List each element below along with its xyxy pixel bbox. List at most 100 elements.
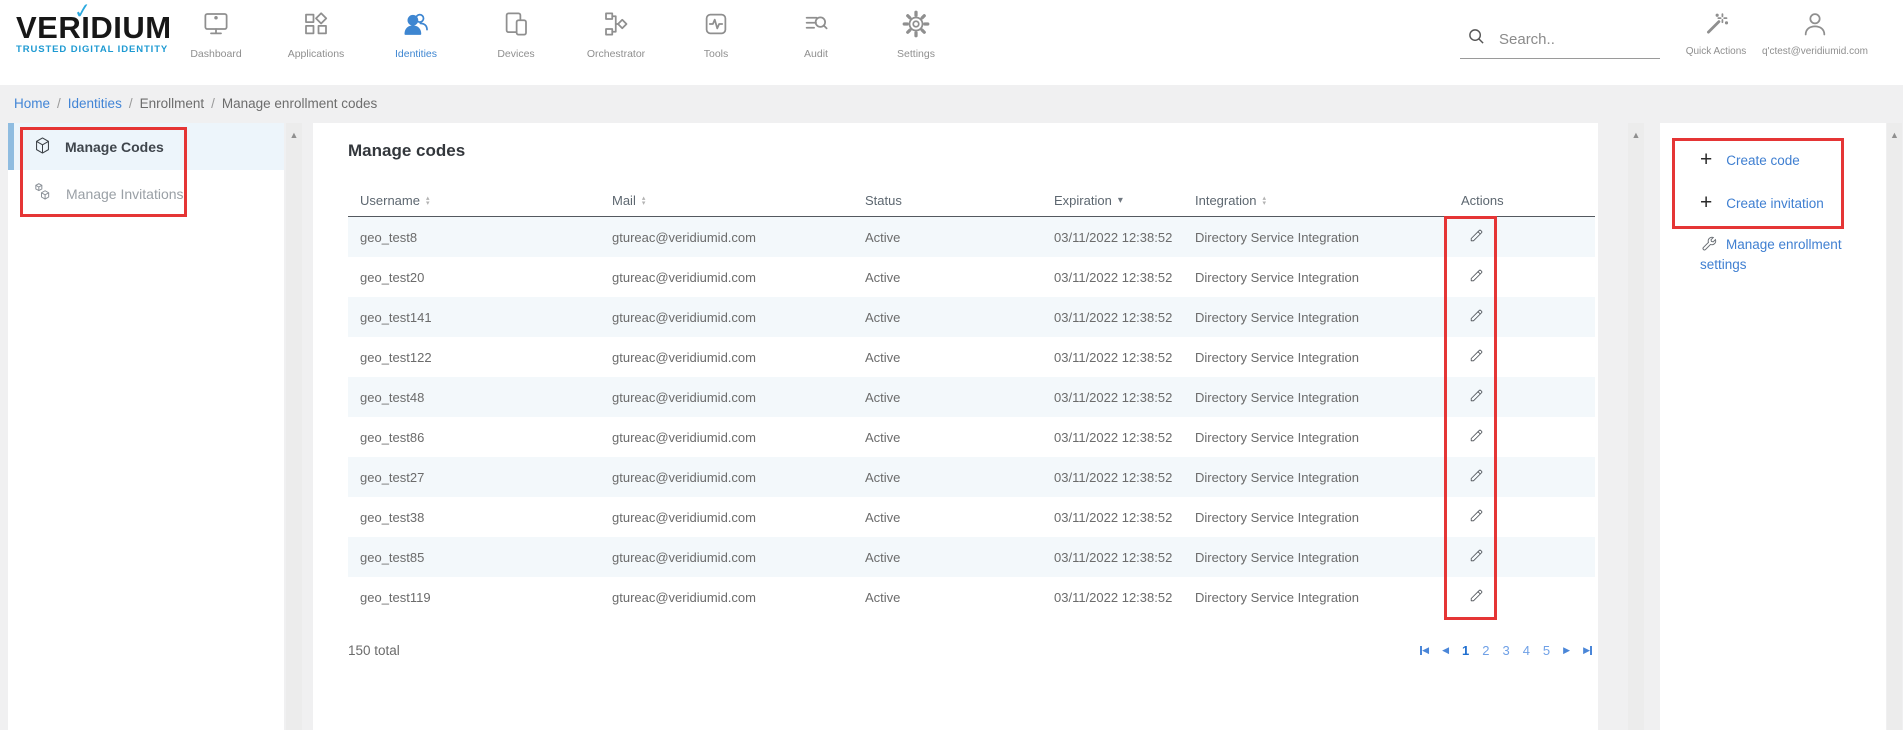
edit-pencil-icon[interactable] bbox=[1469, 468, 1484, 483]
sidebar-item-manage-invitations[interactable]: Manage Invitations bbox=[8, 170, 284, 217]
nav-item-settings[interactable]: Settings bbox=[866, 7, 966, 60]
cell-expiration: 03/11/2022 12:38:52 bbox=[1042, 390, 1183, 405]
edit-pencil-icon[interactable] bbox=[1469, 348, 1484, 363]
next-page-icon[interactable]: ▶ bbox=[1563, 645, 1570, 656]
cell-status: Active bbox=[853, 550, 1042, 565]
cell-actions bbox=[1449, 268, 1595, 286]
scroll-up-icon[interactable]: ▲ bbox=[1632, 131, 1641, 730]
breadcrumb-bar: Home/Identities/Enrollment/Manage enroll… bbox=[0, 85, 1903, 123]
edit-pencil-icon[interactable] bbox=[1469, 588, 1484, 603]
cell-mail: gtureac@veridiumid.com bbox=[600, 510, 853, 525]
first-page-icon[interactable]: ◀ bbox=[1420, 645, 1429, 656]
col-header-integration[interactable]: Integration▴▾ bbox=[1183, 193, 1449, 208]
wrench-icon bbox=[1700, 237, 1726, 252]
cell-status: Active bbox=[853, 230, 1042, 245]
cell-expiration: 03/11/2022 12:38:52 bbox=[1042, 270, 1183, 285]
sort-desc-icon: ▾ bbox=[1118, 196, 1123, 206]
right-panel-scrollbar[interactable]: ▲ bbox=[1887, 123, 1902, 730]
cell-integration: Directory Service Integration bbox=[1183, 270, 1449, 285]
table-row: geo_test48gtureac@veridiumid.comActive03… bbox=[348, 377, 1595, 417]
page-number-2[interactable]: 2 bbox=[1482, 643, 1489, 658]
cell-status: Active bbox=[853, 470, 1042, 485]
scroll-up-icon[interactable]: ▲ bbox=[1890, 131, 1899, 730]
cell-status: Active bbox=[853, 590, 1042, 605]
edit-pencil-icon[interactable] bbox=[1469, 548, 1484, 563]
logo-tagline: TRUSTED DIGITAL IDENTITY bbox=[16, 44, 172, 55]
page-number-1[interactable]: 1 bbox=[1462, 643, 1469, 658]
cell-mail: gtureac@veridiumid.com bbox=[600, 430, 853, 445]
pagination: ◀ ◀ 1 2 3 4 5 ▶ ▶ bbox=[1420, 643, 1592, 658]
breadcrumb-home[interactable]: Home bbox=[14, 96, 50, 111]
page-number-5[interactable]: 5 bbox=[1543, 643, 1550, 658]
cell-integration: Directory Service Integration bbox=[1183, 430, 1449, 445]
cell-expiration: 03/11/2022 12:38:52 bbox=[1042, 590, 1183, 605]
edit-pencil-icon[interactable] bbox=[1469, 308, 1484, 323]
sidebar: Manage Codes Manage Invitations bbox=[8, 123, 284, 730]
edit-pencil-icon[interactable] bbox=[1469, 268, 1484, 283]
nav-item-devices[interactable]: Devices bbox=[466, 7, 566, 60]
right-action-panel: + Create code + Create invitation Manage… bbox=[1660, 123, 1886, 730]
sort-icon: ▴▾ bbox=[426, 196, 430, 206]
global-search-input[interactable] bbox=[1499, 31, 1629, 48]
cell-username: geo_test20 bbox=[348, 270, 600, 285]
nav-item-dashboard[interactable]: Dashboard bbox=[166, 7, 266, 60]
cell-mail: gtureac@veridiumid.com bbox=[600, 550, 853, 565]
col-header-expiration[interactable]: Expiration▾ bbox=[1042, 193, 1183, 208]
nav-item-orchestrator[interactable]: Orchestrator bbox=[566, 7, 666, 60]
audit-icon bbox=[801, 7, 831, 41]
veridium-logo[interactable]: VERI✓DIUM TRUSTED DIGITAL IDENTITY bbox=[16, 13, 172, 55]
cell-status: Active bbox=[853, 310, 1042, 325]
edit-pencil-icon[interactable] bbox=[1469, 428, 1484, 443]
codes-table: Username▴▾ Mail▴▾ Status Expiration▾ Int… bbox=[348, 185, 1595, 617]
breadcrumb: Home/Identities/Enrollment/Manage enroll… bbox=[14, 96, 377, 111]
table-row: geo_test8gtureac@veridiumid.comActive03/… bbox=[348, 217, 1595, 257]
col-header-status[interactable]: Status bbox=[853, 193, 1042, 208]
edit-pencil-icon[interactable] bbox=[1469, 228, 1484, 243]
create-invitation-button[interactable]: + Create invitation bbox=[1700, 194, 1824, 212]
previous-page-icon[interactable]: ◀ bbox=[1442, 645, 1449, 656]
nav-item-audit[interactable]: Audit bbox=[766, 7, 866, 60]
table-row: geo_test85gtureac@veridiumid.comActive03… bbox=[348, 537, 1595, 577]
cell-integration: Directory Service Integration bbox=[1183, 550, 1449, 565]
cell-username: geo_test86 bbox=[348, 430, 600, 445]
cell-status: Active bbox=[853, 350, 1042, 365]
page-number-3[interactable]: 3 bbox=[1502, 643, 1509, 658]
manage-enrollment-settings-link[interactable]: Manage enrollment settings bbox=[1700, 235, 1868, 275]
nav-item-applications[interactable]: Applications bbox=[266, 7, 366, 60]
scroll-up-icon[interactable]: ▲ bbox=[290, 131, 299, 730]
breadcrumb-enrollment: Enrollment bbox=[140, 96, 205, 111]
col-header-mail[interactable]: Mail▴▾ bbox=[600, 193, 853, 208]
cell-mail: gtureac@veridiumid.com bbox=[600, 590, 853, 605]
breadcrumb-current: Manage enrollment codes bbox=[222, 96, 377, 111]
dashboard-icon bbox=[201, 7, 231, 41]
cell-username: geo_test122 bbox=[348, 350, 600, 365]
user-menu[interactable]: q'ctest@veridiumid.com bbox=[1735, 10, 1895, 57]
nav-item-tools[interactable]: Tools bbox=[666, 7, 766, 60]
page-title: Manage codes bbox=[348, 141, 465, 161]
edit-pencil-icon[interactable] bbox=[1469, 388, 1484, 403]
cell-integration: Directory Service Integration bbox=[1183, 230, 1449, 245]
sidebar-scrollbar[interactable]: ▲ bbox=[286, 123, 302, 730]
cell-integration: Directory Service Integration bbox=[1183, 310, 1449, 325]
col-header-username[interactable]: Username▴▾ bbox=[348, 193, 600, 208]
page-number-4[interactable]: 4 bbox=[1523, 643, 1530, 658]
sidebar-item-manage-codes[interactable]: Manage Codes bbox=[8, 123, 284, 170]
table-body: geo_test8gtureac@veridiumid.comActive03/… bbox=[348, 217, 1595, 617]
cube-icon bbox=[33, 136, 52, 158]
cell-username: geo_test119 bbox=[348, 590, 600, 605]
main-scrollbar[interactable]: ▲ bbox=[1628, 123, 1644, 730]
cell-status: Active bbox=[853, 430, 1042, 445]
global-search bbox=[1460, 24, 1660, 59]
logo-checkmark-icon: ✓ bbox=[73, 0, 94, 28]
cell-expiration: 03/11/2022 12:38:52 bbox=[1042, 430, 1183, 445]
create-code-button[interactable]: + Create code bbox=[1700, 151, 1800, 169]
table-row: geo_test141gtureac@veridiumid.comActive0… bbox=[348, 297, 1595, 337]
table-row: geo_test86gtureac@veridiumid.comActive03… bbox=[348, 417, 1595, 457]
cell-username: geo_test27 bbox=[348, 470, 600, 485]
edit-pencil-icon[interactable] bbox=[1469, 508, 1484, 523]
sort-icon: ▴▾ bbox=[642, 196, 646, 206]
devices-icon bbox=[501, 7, 531, 41]
last-page-icon[interactable]: ▶ bbox=[1583, 645, 1592, 656]
breadcrumb-identities[interactable]: Identities bbox=[68, 96, 122, 111]
nav-item-identities[interactable]: Identities bbox=[366, 7, 466, 60]
